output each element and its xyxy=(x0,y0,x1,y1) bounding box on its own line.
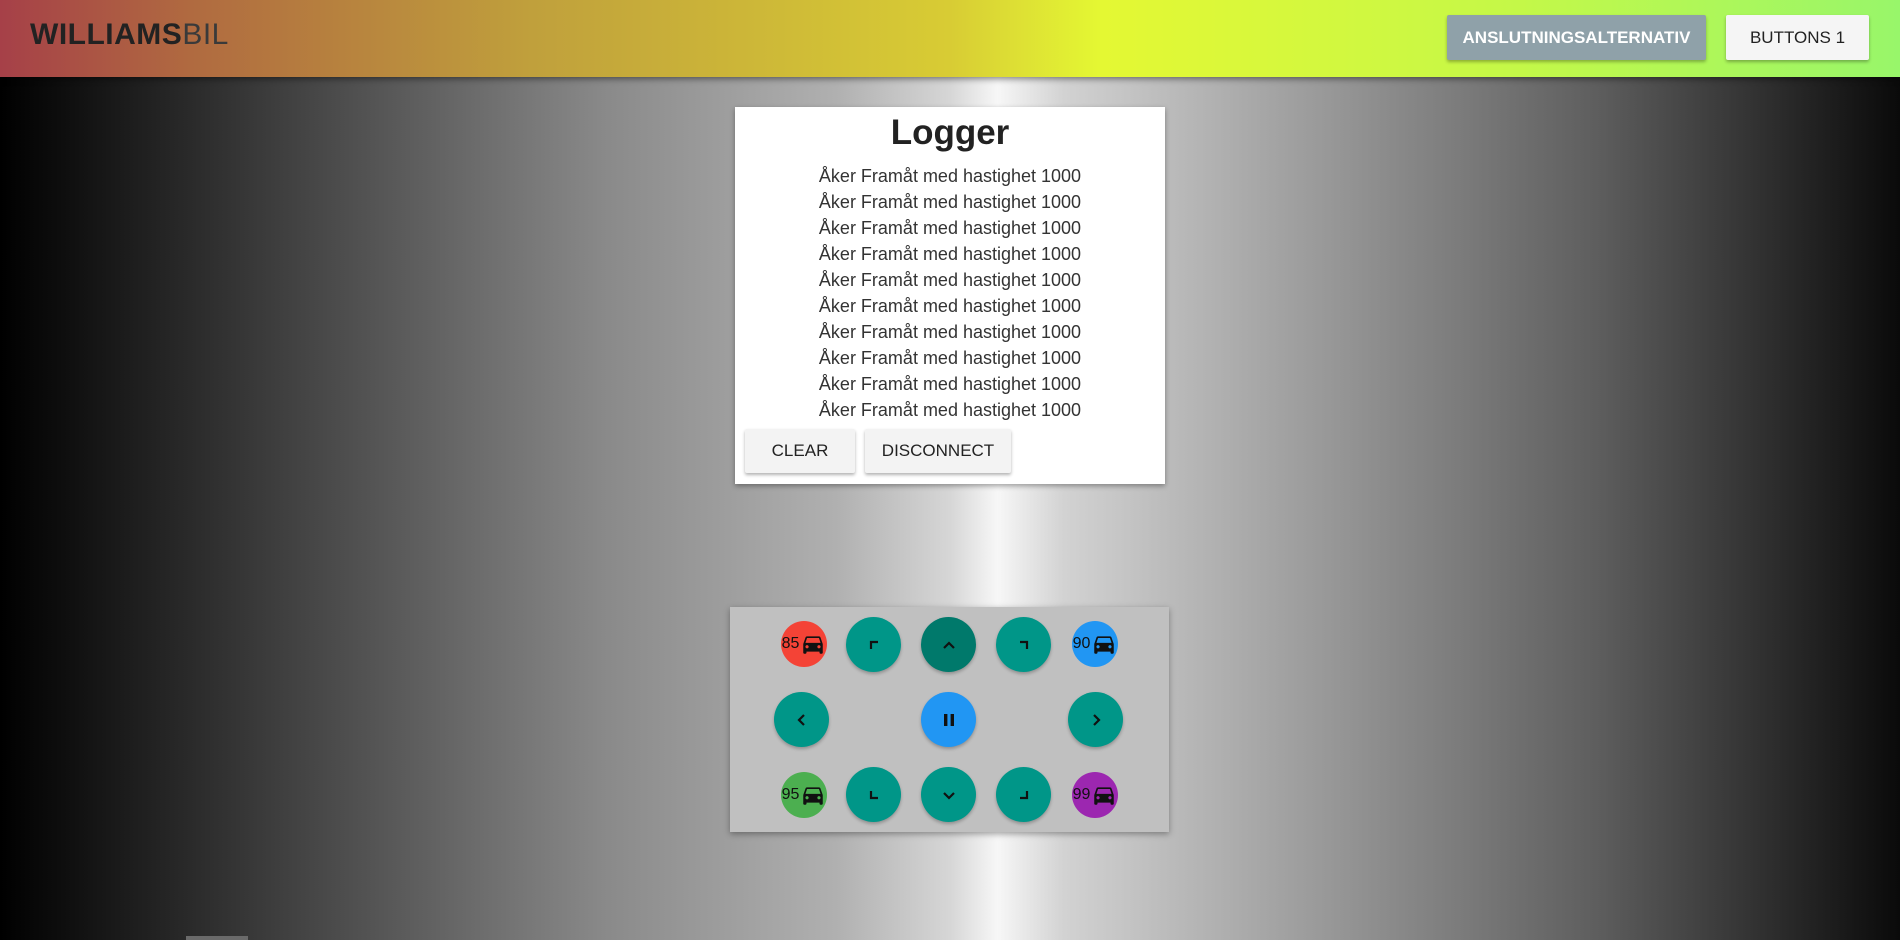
connection-options-button[interactable]: ANSLUTNINGSALTERNATIV xyxy=(1447,15,1706,60)
clear-button[interactable]: CLEAR xyxy=(745,429,855,473)
log-list: Åker Framåt med hastighet 1000 Åker Fram… xyxy=(735,163,1165,423)
log-entry: Åker Framåt med hastighet 1000 xyxy=(818,166,1082,186)
speed-99-button[interactable]: 99 xyxy=(1072,772,1118,818)
backward-right-button[interactable] xyxy=(996,767,1051,822)
log-entry: Åker Framåt med hastighet 1000 xyxy=(818,244,1082,264)
log-entry: Åker Framåt med hastighet 1000 xyxy=(818,400,1082,420)
log-entry: Åker Framåt med hastighet 1000 xyxy=(818,218,1082,238)
car-icon xyxy=(1094,636,1115,654)
speed-value: 99 xyxy=(1072,786,1091,803)
brand-logo[interactable]: WILLIAMSBIL xyxy=(30,18,229,52)
log-entry: Åker Framåt med hastighet 1000 xyxy=(818,296,1082,316)
forward-left-button[interactable] xyxy=(846,617,901,672)
corner-bottom-left-icon xyxy=(869,790,878,799)
speed-value: 95 xyxy=(781,786,800,803)
app-bar: WILLIAMSBIL ANSLUTNINGSALTERNATIV BUTTON… xyxy=(0,0,1900,77)
forward-right-button[interactable] xyxy=(996,617,1051,672)
speed-value: 90 xyxy=(1072,635,1091,652)
log-entry: Åker Framåt med hastighet 1000 xyxy=(818,192,1082,212)
disconnect-button[interactable]: DISCONNECT xyxy=(865,429,1011,473)
car-icon xyxy=(1094,787,1115,805)
forward-button[interactable] xyxy=(921,617,976,672)
logger-card: Logger Åker Framåt med hastighet 1000 Åk… xyxy=(735,107,1165,484)
pause-icon xyxy=(943,713,954,726)
speed-value: 85 xyxy=(781,635,800,652)
speed-95-button[interactable]: 95 xyxy=(781,772,827,818)
corner-top-left-icon xyxy=(869,640,878,649)
corner-top-right-icon xyxy=(1019,640,1028,649)
log-entry: Åker Framåt med hastighet 1000 xyxy=(818,322,1082,342)
left-button[interactable] xyxy=(774,692,829,747)
corner-bottom-right-icon xyxy=(1019,790,1028,799)
right-button[interactable] xyxy=(1068,692,1123,747)
speed-90-button[interactable]: 90 xyxy=(1072,621,1118,667)
log-entry: Åker Framåt med hastighet 1000 xyxy=(818,348,1082,368)
backward-left-button[interactable] xyxy=(846,767,901,822)
log-entry: Åker Framåt med hastighet 1000 xyxy=(818,374,1082,394)
chevron-left-icon xyxy=(796,713,805,726)
log-entry: Åker Framåt med hastighet 1000 xyxy=(818,270,1082,290)
chevron-up-icon xyxy=(942,640,955,649)
backward-button[interactable] xyxy=(921,767,976,822)
control-pad: 85 90 95 99 xyxy=(730,607,1169,832)
brand-bold: WILLIAMS xyxy=(30,18,183,51)
brand-light: BIL xyxy=(182,18,229,51)
buttons-menu-button[interactable]: BUTTONS 1 xyxy=(1726,15,1869,60)
car-icon xyxy=(803,787,824,805)
horizontal-scrollbar[interactable] xyxy=(186,936,248,940)
logger-title: Logger xyxy=(890,113,1010,152)
chevron-down-icon xyxy=(942,791,955,800)
chevron-right-icon xyxy=(1092,713,1101,726)
car-icon xyxy=(803,636,824,654)
pause-button[interactable] xyxy=(921,692,976,747)
speed-85-button[interactable]: 85 xyxy=(781,621,827,667)
